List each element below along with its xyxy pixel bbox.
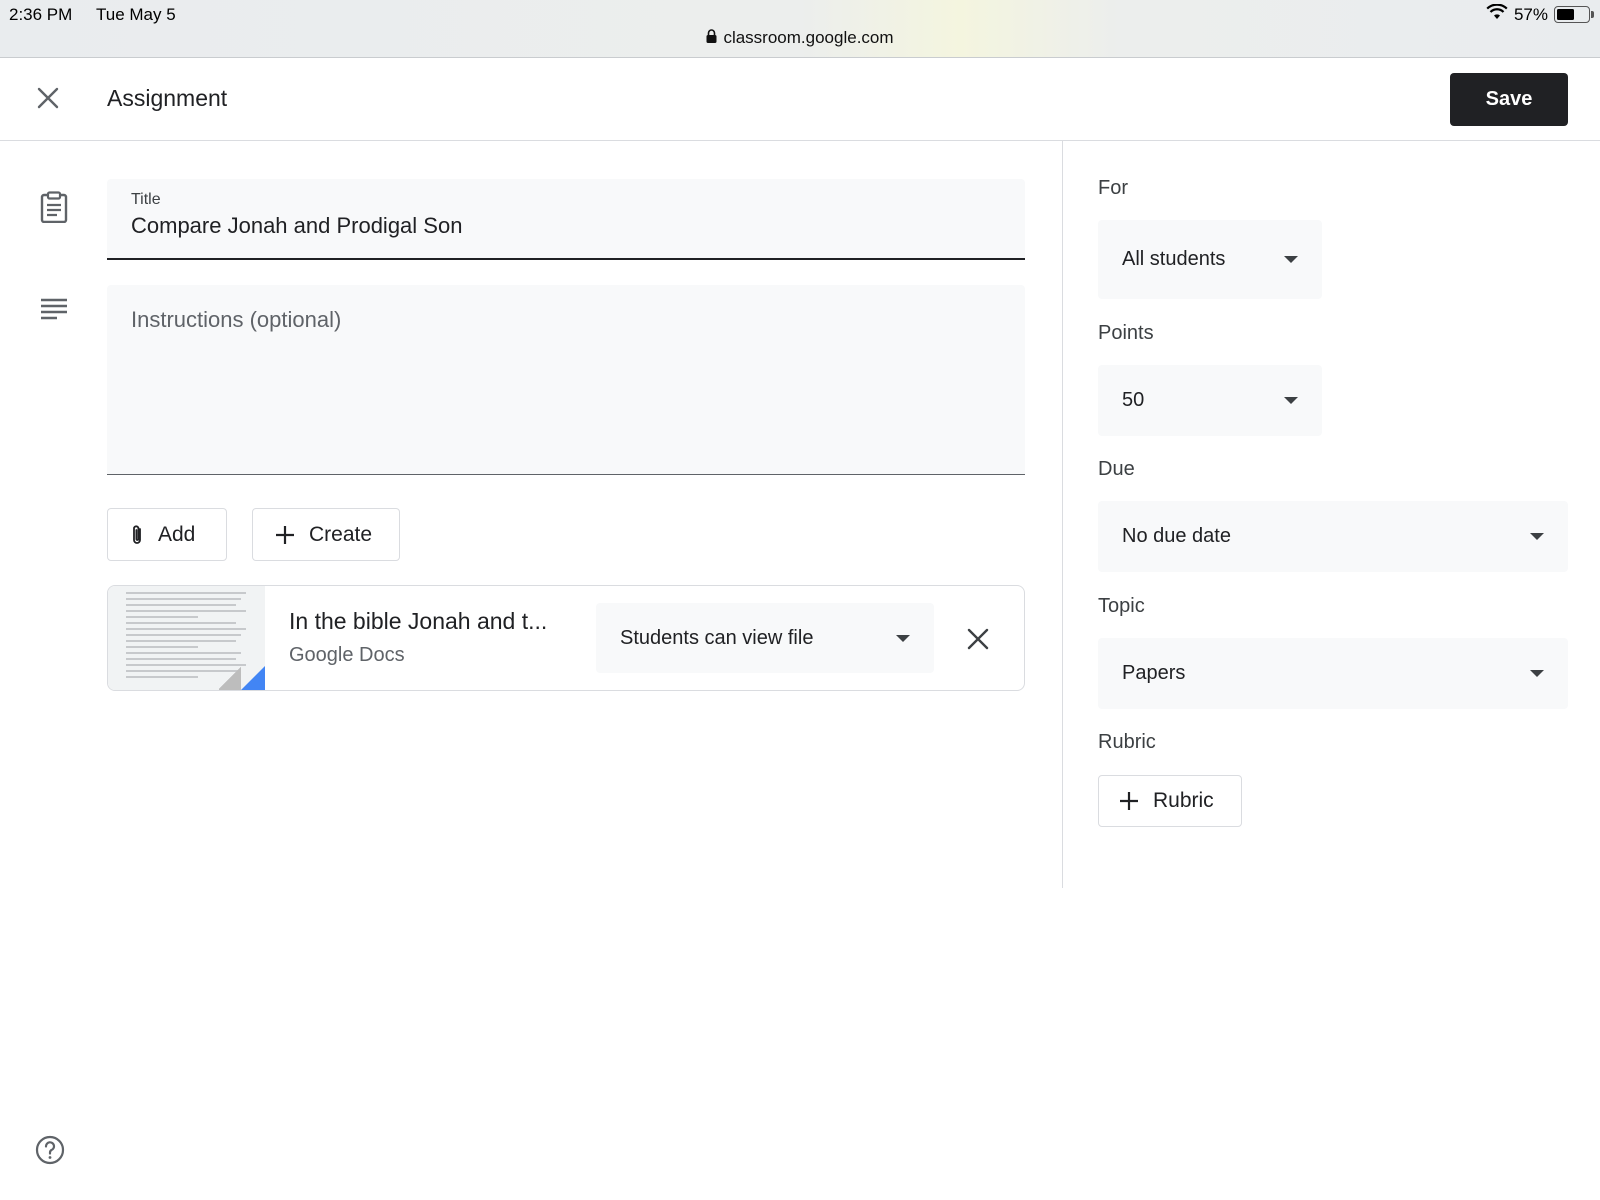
app-header: Assignment Save — [0, 58, 1600, 141]
status-date: Tue May 5 — [96, 5, 176, 24]
points-value: 50 — [1122, 389, 1145, 411]
instructions-input[interactable] — [131, 307, 1001, 452]
status-time: 2:36 PM — [9, 5, 73, 24]
title-field[interactable]: Title — [107, 179, 1025, 260]
help-icon — [35, 1135, 65, 1165]
points-label: Points — [1098, 322, 1154, 344]
add-button-label: Add — [158, 522, 196, 546]
clipboard-icon — [36, 189, 72, 225]
topic-label: Topic — [1098, 595, 1145, 617]
chevron-down-icon — [1530, 670, 1544, 677]
plus-icon — [276, 525, 294, 544]
page-title: Assignment — [107, 85, 228, 111]
chevron-down-icon — [896, 634, 910, 642]
chevron-down-icon — [1284, 256, 1298, 263]
rubric-button-label: Rubric — [1153, 789, 1214, 812]
due-dropdown[interactable]: No due date — [1098, 501, 1568, 572]
add-button[interactable]: Add — [107, 508, 227, 561]
status-indicators: 57% — [1486, 3, 1594, 25]
for-dropdown[interactable]: All students — [1098, 220, 1322, 299]
battery-icon — [1554, 6, 1594, 23]
rubric-label: Rubric — [1098, 731, 1156, 753]
save-button[interactable]: Save — [1450, 73, 1568, 126]
due-value: No due date — [1122, 525, 1231, 547]
paperclip-icon — [133, 524, 141, 544]
assignment-form: Title Add Create In the bible Jonah and … — [0, 141, 1062, 1200]
close-button[interactable] — [30, 80, 66, 116]
doc-thumbnail — [108, 586, 265, 690]
notes-icon — [36, 291, 72, 327]
help-button[interactable] — [34, 1134, 66, 1166]
close-icon — [967, 628, 989, 650]
wifi-icon — [1486, 3, 1508, 25]
permission-value: Students can view file — [620, 626, 814, 649]
address-bar[interactable]: classroom.google.com — [0, 28, 1600, 48]
status-bar: 2:36 PM Tue May 5 57% classroom.google.c… — [0, 0, 1600, 58]
lock-icon — [706, 28, 717, 48]
permission-dropdown[interactable]: Students can view file — [596, 603, 934, 673]
google-docs-icon — [241, 666, 265, 690]
battery-percent: 57% — [1513, 4, 1548, 24]
chevron-down-icon — [1530, 533, 1544, 540]
attachment-type: Google Docs — [289, 644, 405, 666]
create-button-label: Create — [309, 522, 373, 546]
instructions-field[interactable] — [107, 285, 1025, 475]
settings-panel: For All students Points 50 Due No due da… — [1062, 141, 1600, 888]
title-input[interactable] — [131, 213, 1001, 239]
url-text: classroom.google.com — [723, 28, 894, 47]
topic-dropdown[interactable]: Papers — [1098, 638, 1568, 709]
points-dropdown[interactable]: 50 — [1098, 365, 1322, 436]
attachment-card[interactable]: In the bible Jonah and t... Google Docs … — [107, 585, 1025, 691]
topic-value: Papers — [1122, 662, 1186, 684]
remove-attachment-button[interactable] — [958, 619, 998, 659]
create-button[interactable]: Create — [252, 508, 400, 561]
title-label: Title — [131, 191, 161, 208]
plus-icon — [1120, 792, 1138, 810]
close-icon — [37, 87, 59, 109]
for-value: All students — [1122, 248, 1226, 270]
due-label: Due — [1098, 458, 1135, 480]
add-rubric-button[interactable]: Rubric — [1098, 775, 1242, 827]
attachment-name[interactable]: In the bible Jonah and t... — [289, 608, 579, 635]
for-label: For — [1098, 177, 1128, 199]
chevron-down-icon — [1284, 397, 1298, 404]
